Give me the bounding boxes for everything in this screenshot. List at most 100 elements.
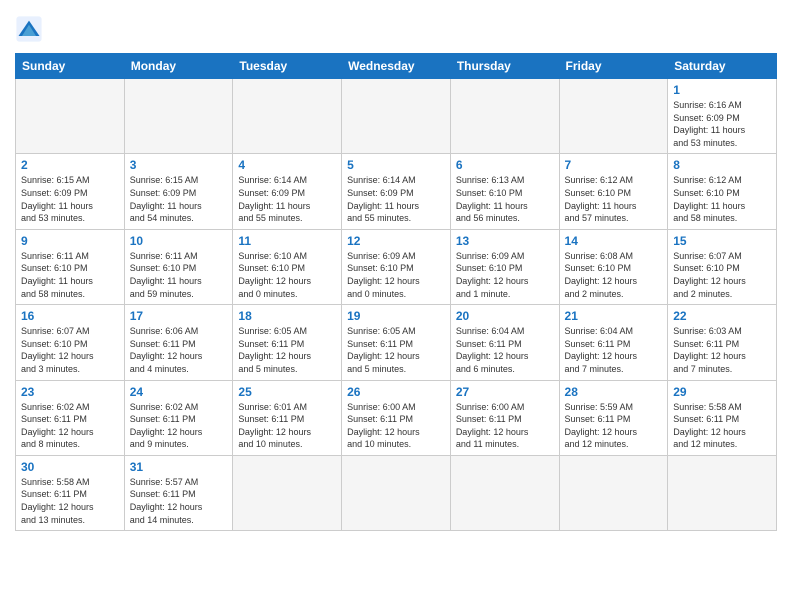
- calendar-cell: 2 Sunrise: 6:15 AM Sunset: 6:09 PM Daylig…: [16, 154, 125, 229]
- calendar-cell: 25 Sunrise: 6:01 AM Sunset: 6:11 PM Dayli…: [233, 380, 342, 455]
- calendar-cell: 26 Sunrise: 6:00 AM Sunset: 6:11 PM Dayli…: [342, 380, 451, 455]
- calendar-week-row: 23 Sunrise: 6:02 AM Sunset: 6:11 PM Dayli…: [16, 380, 777, 455]
- calendar-cell: [559, 79, 668, 154]
- day-info: Sunrise: 6:14 AM Sunset: 6:09 PM Dayligh…: [347, 174, 445, 224]
- day-info: Sunrise: 6:04 AM Sunset: 6:11 PM Dayligh…: [565, 325, 663, 375]
- calendar-day-header: Thursday: [450, 54, 559, 79]
- day-number: 8: [673, 158, 771, 172]
- day-number: 4: [238, 158, 336, 172]
- calendar-cell: [450, 79, 559, 154]
- day-number: 23: [21, 385, 119, 399]
- day-info: Sunrise: 6:12 AM Sunset: 6:10 PM Dayligh…: [565, 174, 663, 224]
- day-number: 11: [238, 234, 336, 248]
- calendar-cell: 7Sunrise: 6:12 AM Sunset: 6:10 PM Daylig…: [559, 154, 668, 229]
- day-info: Sunrise: 6:07 AM Sunset: 6:10 PM Dayligh…: [673, 250, 771, 300]
- calendar-day-header: Tuesday: [233, 54, 342, 79]
- calendar-week-row: 30Sunrise: 5:58 AM Sunset: 6:11 PM Dayli…: [16, 455, 777, 530]
- calendar-cell: 20Sunrise: 6:04 AM Sunset: 6:11 PM Dayli…: [450, 305, 559, 380]
- day-number: 20: [456, 309, 554, 323]
- calendar-week-row: 1Sunrise: 6:16 AM Sunset: 6:09 PM Daylig…: [16, 79, 777, 154]
- day-number: 12: [347, 234, 445, 248]
- calendar-cell: 4 Sunrise: 6:14 AM Sunset: 6:09 PM Daylig…: [233, 154, 342, 229]
- calendar-cell: [668, 455, 777, 530]
- day-info: Sunrise: 6:09 AM Sunset: 6:10 PM Dayligh…: [347, 250, 445, 300]
- day-number: 22: [673, 309, 771, 323]
- day-info: Sunrise: 6:08 AM Sunset: 6:10 PM Dayligh…: [565, 250, 663, 300]
- day-info: Sunrise: 6:12 AM Sunset: 6:10 PM Dayligh…: [673, 174, 771, 224]
- day-info: Sunrise: 6:15 AM Sunset: 6:09 PM Dayligh…: [21, 174, 119, 224]
- day-info: Sunrise: 6:02 AM Sunset: 6:11 PM Dayligh…: [21, 401, 119, 451]
- calendar-day-header: Monday: [124, 54, 233, 79]
- calendar-header-row: SundayMondayTuesdayWednesdayThursdayFrid…: [16, 54, 777, 79]
- day-info: Sunrise: 6:15 AM Sunset: 6:09 PM Dayligh…: [130, 174, 228, 224]
- day-info: Sunrise: 6:11 AM Sunset: 6:10 PM Dayligh…: [130, 250, 228, 300]
- calendar-week-row: 16Sunrise: 6:07 AM Sunset: 6:10 PM Dayli…: [16, 305, 777, 380]
- day-number: 26: [347, 385, 445, 399]
- day-number: 31: [130, 460, 228, 474]
- calendar-cell: 8 Sunrise: 6:12 AM Sunset: 6:10 PM Daylig…: [668, 154, 777, 229]
- calendar-cell: 5 Sunrise: 6:14 AM Sunset: 6:09 PM Daylig…: [342, 154, 451, 229]
- calendar-week-row: 2 Sunrise: 6:15 AM Sunset: 6:09 PM Daylig…: [16, 154, 777, 229]
- day-info: Sunrise: 6:06 AM Sunset: 6:11 PM Dayligh…: [130, 325, 228, 375]
- calendar-cell: 31 Sunrise: 5:57 AM Sunset: 6:11 PM Dayli…: [124, 455, 233, 530]
- calendar-day-header: Friday: [559, 54, 668, 79]
- calendar-cell: [450, 455, 559, 530]
- day-number: 10: [130, 234, 228, 248]
- calendar-cell: 28 Sunrise: 5:59 AM Sunset: 6:11 PM Dayli…: [559, 380, 668, 455]
- day-info: Sunrise: 6:10 AM Sunset: 6:10 PM Dayligh…: [238, 250, 336, 300]
- calendar-cell: [342, 455, 451, 530]
- day-info: Sunrise: 6:13 AM Sunset: 6:10 PM Dayligh…: [456, 174, 554, 224]
- calendar-cell: 6Sunrise: 6:13 AM Sunset: 6:10 PM Daylig…: [450, 154, 559, 229]
- day-info: Sunrise: 6:14 AM Sunset: 6:09 PM Dayligh…: [238, 174, 336, 224]
- calendar-cell: 23 Sunrise: 6:02 AM Sunset: 6:11 PM Dayli…: [16, 380, 125, 455]
- page: SundayMondayTuesdayWednesdayThursdayFrid…: [0, 0, 792, 612]
- day-info: Sunrise: 5:58 AM Sunset: 6:11 PM Dayligh…: [673, 401, 771, 451]
- calendar-cell: 3Sunrise: 6:15 AM Sunset: 6:09 PM Daylig…: [124, 154, 233, 229]
- day-number: 17: [130, 309, 228, 323]
- logo: [15, 15, 47, 43]
- day-number: 28: [565, 385, 663, 399]
- logo-icon: [15, 15, 43, 43]
- day-info: Sunrise: 6:11 AM Sunset: 6:10 PM Dayligh…: [21, 250, 119, 300]
- calendar-cell: 19Sunrise: 6:05 AM Sunset: 6:11 PM Dayli…: [342, 305, 451, 380]
- calendar-cell: 29 Sunrise: 5:58 AM Sunset: 6:11 PM Dayli…: [668, 380, 777, 455]
- day-info: Sunrise: 6:00 AM Sunset: 6:11 PM Dayligh…: [347, 401, 445, 451]
- calendar-cell: 15 Sunrise: 6:07 AM Sunset: 6:10 PM Dayli…: [668, 229, 777, 304]
- calendar-day-header: Sunday: [16, 54, 125, 79]
- calendar-cell: 12 Sunrise: 6:09 AM Sunset: 6:10 PM Dayli…: [342, 229, 451, 304]
- day-info: Sunrise: 6:01 AM Sunset: 6:11 PM Dayligh…: [238, 401, 336, 451]
- calendar-cell: [124, 79, 233, 154]
- day-number: 24: [130, 385, 228, 399]
- day-number: 13: [456, 234, 554, 248]
- calendar-cell: 16Sunrise: 6:07 AM Sunset: 6:10 PM Dayli…: [16, 305, 125, 380]
- calendar-cell: 27Sunrise: 6:00 AM Sunset: 6:11 PM Dayli…: [450, 380, 559, 455]
- day-number: 14: [565, 234, 663, 248]
- day-info: Sunrise: 6:00 AM Sunset: 6:11 PM Dayligh…: [456, 401, 554, 451]
- day-number: 1: [673, 83, 771, 97]
- calendar-day-header: Wednesday: [342, 54, 451, 79]
- calendar-week-row: 9Sunrise: 6:11 AM Sunset: 6:10 PM Daylig…: [16, 229, 777, 304]
- calendar-cell: 22 Sunrise: 6:03 AM Sunset: 6:11 PM Dayli…: [668, 305, 777, 380]
- calendar-cell: [342, 79, 451, 154]
- header: [15, 15, 777, 43]
- day-number: 18: [238, 309, 336, 323]
- day-number: 2: [21, 158, 119, 172]
- day-number: 15: [673, 234, 771, 248]
- day-number: 5: [347, 158, 445, 172]
- calendar-cell: 1Sunrise: 6:16 AM Sunset: 6:09 PM Daylig…: [668, 79, 777, 154]
- calendar-cell: 9Sunrise: 6:11 AM Sunset: 6:10 PM Daylig…: [16, 229, 125, 304]
- day-number: 25: [238, 385, 336, 399]
- day-info: Sunrise: 6:09 AM Sunset: 6:10 PM Dayligh…: [456, 250, 554, 300]
- day-info: Sunrise: 5:57 AM Sunset: 6:11 PM Dayligh…: [130, 476, 228, 526]
- calendar-cell: 11 Sunrise: 6:10 AM Sunset: 6:10 PM Dayli…: [233, 229, 342, 304]
- calendar-cell: 21Sunrise: 6:04 AM Sunset: 6:11 PM Dayli…: [559, 305, 668, 380]
- calendar-cell: 30Sunrise: 5:58 AM Sunset: 6:11 PM Dayli…: [16, 455, 125, 530]
- day-info: Sunrise: 5:58 AM Sunset: 6:11 PM Dayligh…: [21, 476, 119, 526]
- calendar-cell: [233, 455, 342, 530]
- day-info: Sunrise: 6:03 AM Sunset: 6:11 PM Dayligh…: [673, 325, 771, 375]
- day-info: Sunrise: 5:59 AM Sunset: 6:11 PM Dayligh…: [565, 401, 663, 451]
- day-number: 29: [673, 385, 771, 399]
- day-info: Sunrise: 6:07 AM Sunset: 6:10 PM Dayligh…: [21, 325, 119, 375]
- calendar-cell: 18Sunrise: 6:05 AM Sunset: 6:11 PM Dayli…: [233, 305, 342, 380]
- calendar-day-header: Saturday: [668, 54, 777, 79]
